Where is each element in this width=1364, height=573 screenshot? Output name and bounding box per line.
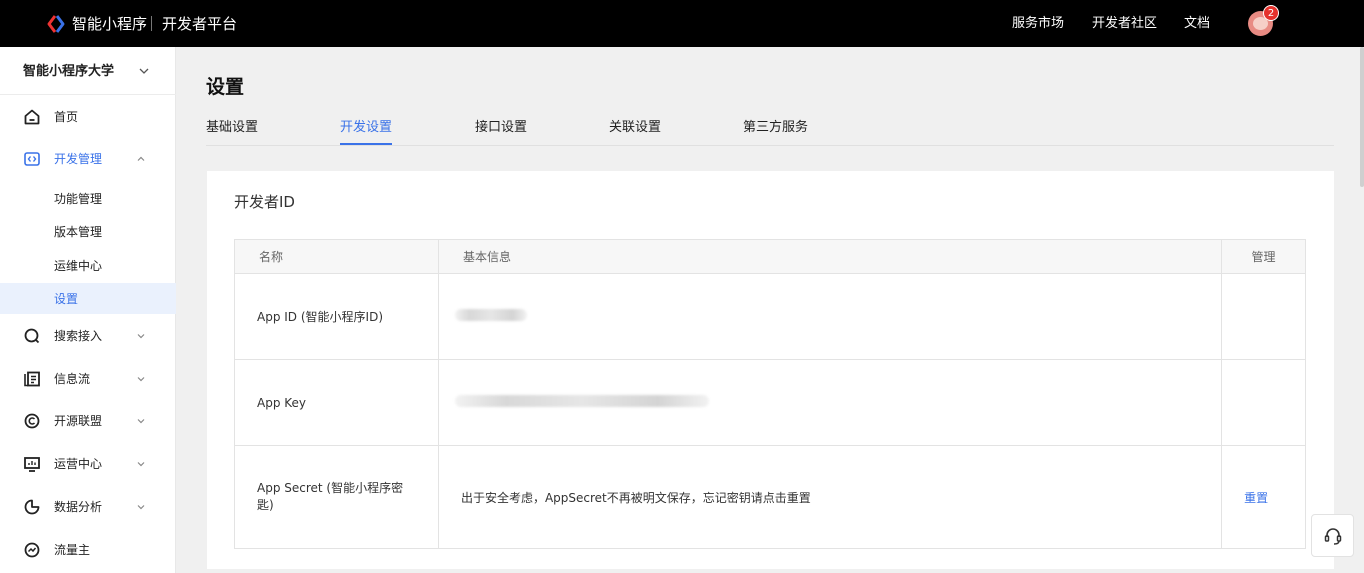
sidebar-item-search[interactable]: 搜索接入	[0, 319, 176, 353]
section-title: 开发者ID	[234, 193, 295, 211]
page-scrollbar[interactable]	[1360, 47, 1364, 187]
sidebar: 智能小程序大学 首页 开发管理 功能管理 版本管理 运维中心 设置 搜索接入 信…	[0, 47, 176, 573]
row-name-app-key: App Key	[234, 359, 439, 446]
platform-name: 开发者平台	[162, 15, 238, 33]
notification-badge[interactable]: 2	[1263, 5, 1279, 21]
sidebar-subitem-versions[interactable]: 版本管理	[0, 216, 176, 247]
sidebar-subitem-settings[interactable]: 设置	[0, 283, 176, 314]
sidebar-item-analytics[interactable]: 数据分析	[0, 490, 176, 524]
chevron-down-icon	[137, 419, 145, 424]
reset-cell: 重置	[1221, 445, 1306, 549]
column-header-info: 基本信息	[437, 239, 1223, 274]
nav-service-market[interactable]: 服务市场	[1012, 15, 1064, 33]
tab-dev-settings[interactable]: 开发设置	[340, 118, 393, 145]
sidebar-item-dev-management[interactable]: 开发管理	[0, 142, 176, 176]
row-action-empty	[1221, 273, 1306, 360]
row-name-app-secret: App Secret (智能小程序密匙)	[234, 445, 439, 549]
logo-icon[interactable]	[46, 14, 66, 34]
table-header-row: 名称 基本信息 管理	[234, 239, 1306, 274]
sidebar-item-feed[interactable]: 信息流	[0, 362, 176, 396]
brand-divider	[151, 16, 152, 31]
chevron-down-icon	[139, 68, 149, 74]
app-selector[interactable]: 智能小程序大学	[0, 47, 176, 95]
redacted-value	[454, 395, 709, 407]
redacted-value	[454, 309, 527, 321]
top-bar: 智能小程序 开发者平台 服务市场 开发者社区 文档 2	[0, 0, 1364, 47]
pie-chart-icon	[24, 499, 40, 515]
table-row: App ID (智能小程序ID)	[234, 273, 1306, 360]
sidebar-subitem-label: 设置	[54, 292, 79, 306]
chevron-down-icon	[137, 505, 145, 510]
sidebar-item-label: 运营中心	[54, 457, 103, 471]
column-header-name: 名称	[234, 239, 439, 274]
chevron-down-icon	[137, 462, 145, 467]
sidebar-item-label: 信息流	[54, 372, 91, 386]
app-id-value	[437, 273, 1223, 360]
sidebar-item-open-source[interactable]: 开源联盟	[0, 404, 176, 438]
nav-docs[interactable]: 文档	[1184, 15, 1210, 33]
column-header-manage: 管理	[1221, 239, 1306, 274]
sidebar-item-label: 搜索接入	[54, 329, 103, 343]
table-row: App Secret (智能小程序密匙) 出于安全考虑，AppSecret不再被…	[234, 445, 1306, 549]
app-secret-label: App Secret (智能小程序密匙)	[257, 481, 404, 512]
open-source-icon	[24, 413, 40, 429]
search-icon	[24, 328, 40, 344]
app-name: 智能小程序大学	[23, 64, 115, 79]
sidebar-subitem-label: 运维中心	[54, 259, 103, 273]
tab-basic-settings[interactable]: 基础设置	[206, 118, 258, 145]
table-row: App Key	[234, 359, 1306, 446]
tab-api-settings[interactable]: 接口设置	[475, 118, 527, 145]
sidebar-item-home[interactable]: 首页	[0, 100, 176, 134]
tab-link-settings[interactable]: 关联设置	[609, 118, 661, 145]
customer-support-button[interactable]	[1311, 514, 1354, 557]
monitor-icon	[24, 457, 40, 472]
code-icon	[24, 152, 40, 166]
page-title: 设置	[206, 76, 245, 98]
row-name-app-id: App ID (智能小程序ID)	[234, 273, 439, 360]
chevron-down-icon	[137, 377, 145, 382]
settings-tabs: 基础设置 开发设置 接口设置 关联设置 第三方服务	[206, 118, 1334, 146]
home-icon	[24, 109, 40, 125]
brand-name[interactable]: 智能小程序	[72, 14, 147, 34]
developer-id-card: 开发者ID 名称 基本信息 管理 App ID (智能小程序ID) App Ke…	[207, 171, 1334, 569]
nav-developer-community[interactable]: 开发者社区	[1092, 15, 1157, 33]
trend-icon	[24, 542, 40, 558]
tab-third-party[interactable]: 第三方服务	[743, 118, 808, 145]
sidebar-item-label: 首页	[54, 110, 79, 124]
chevron-down-icon	[137, 334, 145, 339]
chevron-up-icon	[137, 156, 145, 161]
sidebar-item-operations[interactable]: 运营中心	[0, 447, 176, 481]
sidebar-item-label: 流量主	[54, 543, 91, 557]
sidebar-item-label: 数据分析	[54, 500, 103, 514]
sidebar-item-traffic[interactable]: 流量主	[0, 533, 176, 567]
sidebar-item-label: 开发管理	[54, 152, 103, 166]
app-key-value	[437, 359, 1223, 446]
app-secret-notice: 出于安全考虑，AppSecret不再被明文保存，忘记密钥请点击重置	[437, 445, 1223, 549]
row-action-empty	[1221, 359, 1306, 446]
sidebar-subitem-label: 功能管理	[54, 192, 103, 206]
feed-icon	[24, 371, 40, 387]
sidebar-item-label: 开源联盟	[54, 414, 103, 428]
sidebar-subitem-label: 版本管理	[54, 225, 103, 239]
reset-secret-link[interactable]: 重置	[1244, 491, 1268, 505]
sidebar-subitem-ops-center[interactable]: 运维中心	[0, 250, 176, 281]
headset-icon	[1324, 528, 1342, 545]
sidebar-subitem-features[interactable]: 功能管理	[0, 183, 176, 214]
developer-id-table: 名称 基本信息 管理 App ID (智能小程序ID) App Key App …	[234, 239, 1306, 549]
